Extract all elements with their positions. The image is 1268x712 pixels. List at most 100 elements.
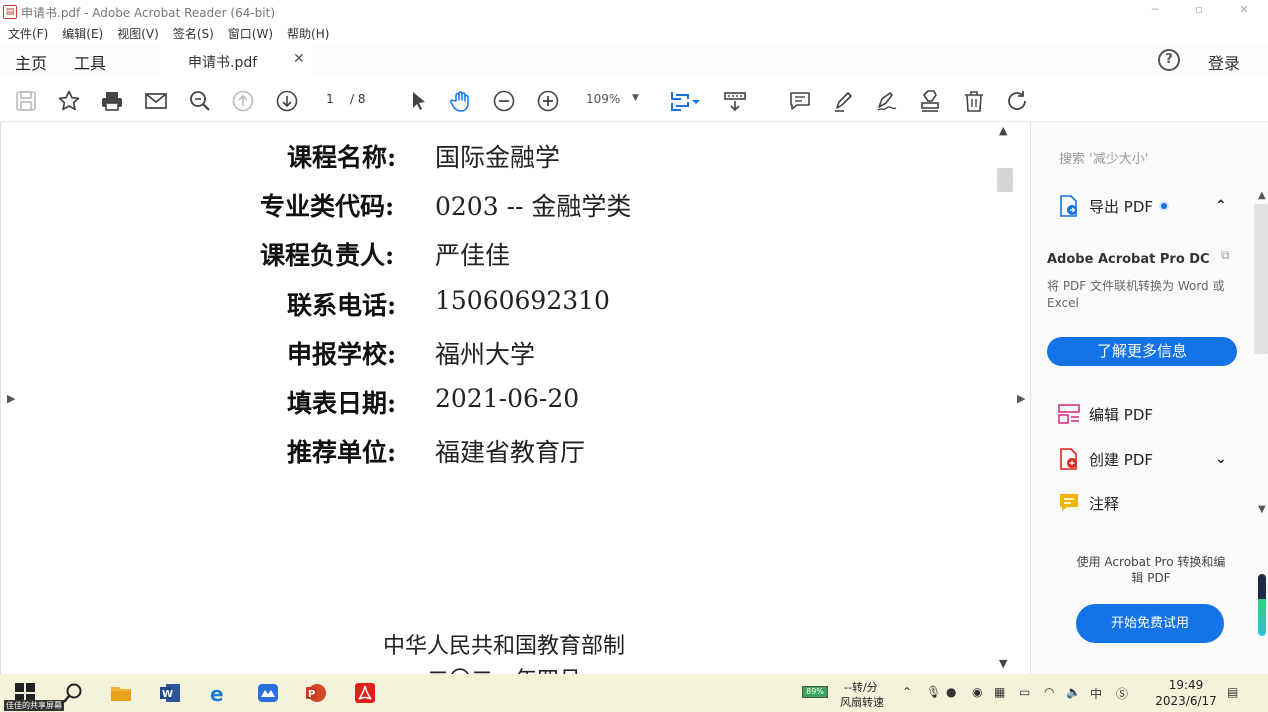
export-pdf-item[interactable]: 导出 PDF [1057, 194, 1169, 218]
meeting-app-icon[interactable] [257, 682, 279, 704]
delete-icon[interactable] [961, 88, 987, 114]
comment-item[interactable]: 注释 [1057, 491, 1119, 515]
comment-tool-icon [1057, 491, 1081, 515]
fan-speed-value: --转/分 [844, 681, 878, 694]
pro-promo-text: 使用 Acrobat Pro 转换和编辑 PDF [1076, 555, 1226, 585]
highlight-pen-icon[interactable] [831, 88, 857, 114]
field-label-recommender: 推荐单位: [287, 438, 397, 467]
scrollbar-thumb[interactable] [997, 168, 1013, 192]
microphone-icon[interactable]: 🎙 [926, 685, 941, 699]
volume-icon[interactable]: 🔈 [1066, 685, 1081, 699]
edit-pdf-item[interactable]: 编辑 PDF [1057, 402, 1153, 426]
document-view[interactable]: 课程名称: 国际金融学 专业类代码: 0203 -- 金融学类 课程负责人: 严… [0, 122, 1030, 674]
pane-scrollbar-thumb[interactable] [1254, 204, 1268, 354]
create-pdf-item[interactable]: 创建 PDF [1057, 447, 1153, 471]
pdf-file-icon: ▤ [3, 5, 17, 19]
battery-indicator: 89% [802, 686, 828, 698]
select-cursor-icon[interactable] [405, 88, 431, 114]
zoom-out-icon[interactable] [491, 88, 517, 114]
left-panel-toggle-icon[interactable]: ▶ [7, 392, 15, 405]
comment-icon[interactable] [787, 88, 813, 114]
field-label-course-leader: 课程负责人: [260, 241, 395, 270]
scroll-down-icon[interactable]: ▼ [999, 657, 1007, 670]
menu-help[interactable]: 帮助(H) [287, 25, 329, 42]
word-icon[interactable]: W [159, 682, 181, 704]
promo-title: Adobe Acrobat Pro DC [1047, 252, 1210, 267]
field-value-fill-date: 2021-06-20 [435, 384, 580, 413]
rotate-icon[interactable] [1004, 88, 1030, 114]
field-value-course-name: 国际金融学 [435, 143, 561, 172]
tab-tools[interactable]: 工具 [74, 50, 106, 74]
chevron-up-icon[interactable]: ⌃ [1215, 198, 1227, 214]
scroll-up-icon[interactable]: ▲ [999, 124, 1007, 137]
tab-home[interactable]: 主页 [15, 50, 47, 74]
wechat-icon[interactable]: ● [946, 685, 956, 699]
field-label-major-code: 专业类代码: [260, 192, 395, 221]
search-icon[interactable] [62, 682, 84, 704]
tools-search-input[interactable]: 搜索 '减少大小' [1059, 148, 1148, 167]
learn-more-button[interactable]: 了解更多信息 [1047, 337, 1237, 366]
screen-share-label: 佳佳的共享屏幕 [4, 700, 64, 711]
stamp-icon[interactable] [917, 88, 943, 114]
powerpoint-icon[interactable]: P [305, 682, 327, 704]
svg-text:P: P [308, 689, 315, 700]
wifi-icon[interactable]: ◠ [1044, 685, 1054, 699]
file-explorer-icon[interactable] [110, 682, 132, 704]
zoom-search-icon[interactable] [187, 88, 213, 114]
field-value-course-leader: 严佳佳 [435, 241, 511, 270]
menu-sign[interactable]: 签名(S) [173, 25, 214, 42]
qq-icon[interactable]: ◉ [972, 685, 982, 699]
minimize-button[interactable]: ─ [1140, 3, 1170, 16]
tools-pane: 搜索 '减少大小' 导出 PDF ⌃ Adobe Acrobat Pro DC … [1030, 122, 1268, 674]
export-pdf-icon [1057, 194, 1081, 218]
page-down-icon[interactable] [274, 88, 300, 114]
close-tab-icon[interactable]: ✕ [293, 51, 305, 67]
login-button[interactable]: 登录 [1208, 50, 1240, 74]
page-number-input[interactable]: 1 [318, 92, 342, 106]
print-icon[interactable] [99, 88, 125, 114]
clock-date[interactable]: 2023/6/17 [1150, 694, 1222, 708]
clock-time[interactable]: 19:49 [1163, 678, 1209, 692]
chevron-down-icon[interactable]: ⌄ [1215, 451, 1227, 467]
zoom-in-icon[interactable] [535, 88, 561, 114]
mail-icon[interactable] [143, 88, 169, 114]
volume-indicator [1258, 574, 1266, 636]
scroll-mode-icon[interactable] [722, 88, 748, 114]
battery-tray-icon[interactable]: ▭ [1019, 685, 1030, 699]
edge-browser-icon[interactable]: e [208, 682, 230, 706]
sign-icon[interactable] [874, 88, 900, 114]
ime-indicator[interactable]: 中 [1090, 685, 1102, 702]
right-panel-toggle-icon[interactable]: ▶ [1017, 392, 1025, 405]
menu-file[interactable]: 文件(F) [8, 25, 48, 42]
zoom-dropdown-icon[interactable]: ▼ [632, 93, 639, 103]
create-pdf-icon [1057, 447, 1081, 471]
maximize-button[interactable]: ▫ [1184, 3, 1214, 16]
footer-organization: 中华人民共和国教育部制 [383, 634, 626, 659]
tabs-row: 主页 工具 申请书.pdf ✕ [0, 44, 1268, 78]
fit-page-dropdown-icon[interactable] [690, 88, 702, 114]
menu-window[interactable]: 窗口(W) [228, 25, 273, 42]
tab-document[interactable]: 申请书.pdf ✕ [160, 44, 312, 78]
start-trial-button[interactable]: 开始免费试用 [1076, 604, 1224, 643]
menu-view[interactable]: 视图(V) [117, 25, 159, 42]
help-icon[interactable]: ? [1158, 49, 1180, 71]
page-up-icon[interactable] [230, 88, 256, 114]
save-icon[interactable] [13, 88, 39, 114]
acrobat-icon[interactable] [354, 682, 376, 704]
copy-icon[interactable]: ⧉ [1221, 248, 1230, 263]
star-icon[interactable] [56, 88, 82, 114]
zoom-level[interactable]: 109% [586, 92, 620, 106]
svg-text:W: W [162, 689, 173, 700]
footer-date: 二〇二一年四月 [427, 662, 581, 674]
menu-edit[interactable]: 编辑(E) [62, 25, 103, 42]
svg-text:e: e [210, 682, 224, 704]
close-window-button[interactable]: ✕ [1229, 3, 1259, 16]
notification-icon[interactable]: ▤ [1227, 685, 1238, 699]
tray-expand-icon[interactable]: ⌃ [902, 685, 912, 699]
field-value-major-code: 0203 -- 金融学类 [435, 192, 632, 221]
hand-icon[interactable] [448, 88, 474, 114]
pane-scroll-down-icon[interactable]: ▼ [1258, 504, 1266, 515]
app-grid-icon[interactable]: ▦ [994, 685, 1005, 699]
input-method-icon[interactable]: Ⓢ [1116, 685, 1128, 702]
pane-scroll-up-icon[interactable]: ▲ [1258, 190, 1266, 201]
